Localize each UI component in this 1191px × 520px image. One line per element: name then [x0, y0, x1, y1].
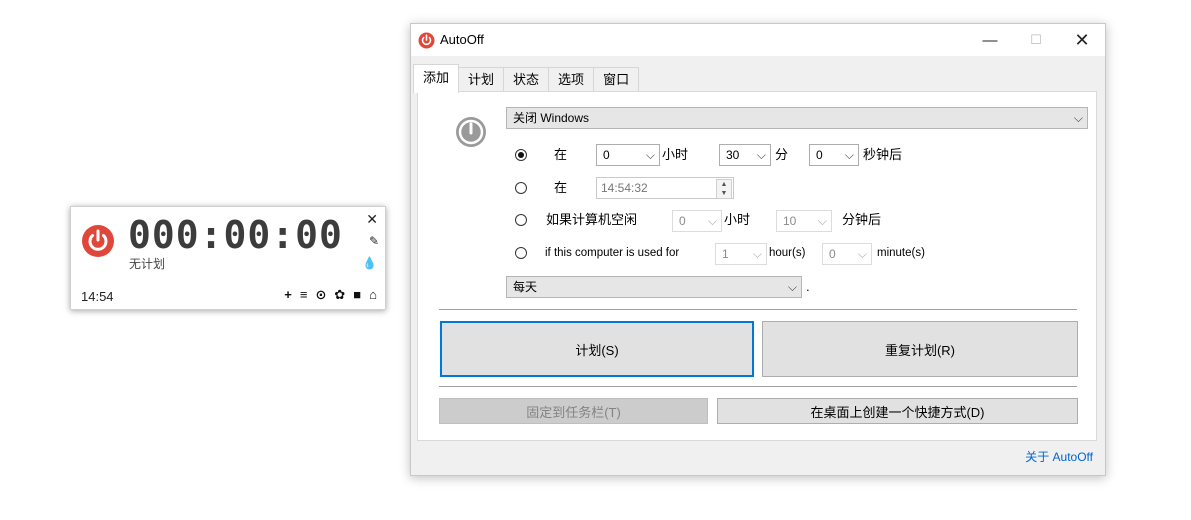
- tab-add[interactable]: 添加: [413, 64, 460, 93]
- maximize-button[interactable]: ☐: [1013, 24, 1059, 56]
- chevron-down-icon: ⌵: [817, 214, 827, 228]
- row1-label: 在: [554, 147, 568, 162]
- lock-icon[interactable]: ■: [353, 287, 361, 303]
- chevron-down-icon: ⌵: [844, 148, 854, 162]
- power-icon[interactable]: [81, 224, 115, 258]
- divider: [439, 386, 1077, 387]
- minutes-value: 30: [726, 148, 740, 162]
- minutes-select[interactable]: 30 ⌵: [719, 144, 771, 166]
- tab-bar: 添加 计划 状态 选项 窗口: [413, 64, 640, 93]
- used-minutes-value: 0: [829, 247, 836, 261]
- countdown-display: 000:00:00: [128, 213, 343, 257]
- list-icon[interactable]: ≡: [300, 287, 308, 303]
- close-icon[interactable]: ✕: [366, 211, 378, 228]
- tab-window[interactable]: 窗口: [593, 67, 640, 92]
- repeat-value: 每天: [513, 280, 538, 294]
- pin-icon[interactable]: ✎: [369, 234, 379, 248]
- tab-status[interactable]: 状态: [503, 67, 550, 92]
- used-hours-value: 1: [722, 247, 729, 261]
- repeat-schedule-button[interactable]: 重复计划(R): [762, 321, 1078, 377]
- mini-timer-widget: 000:00:00 无计划 ✕ ✎ 💧 14:54 + ≡ ⊙ ✿ ■ ⌂: [70, 206, 386, 310]
- about-link[interactable]: 关于 AutoOff: [1025, 448, 1093, 465]
- desktop-shortcut-button[interactable]: 在桌面上创建一个快捷方式(D): [717, 398, 1078, 424]
- hours-value: 0: [603, 148, 610, 162]
- repeat-suffix: .: [806, 279, 810, 294]
- title-bar[interactable]: AutoOff — ☐ ✕: [411, 24, 1105, 56]
- divider: [439, 309, 1077, 310]
- seconds-value: 0: [816, 148, 823, 162]
- idle-minutes-value: 10: [783, 214, 797, 228]
- tab-schedule[interactable]: 计划: [458, 67, 505, 92]
- repeat-select[interactable]: 每天 ⌵: [506, 276, 802, 298]
- used-minutes-unit: minute(s): [877, 247, 925, 259]
- used-hours-select[interactable]: 1 ⌵: [715, 243, 767, 265]
- chevron-down-icon: ⌵: [645, 148, 655, 162]
- used-hours-unit: hour(s): [769, 247, 806, 259]
- action-value: 关闭 Windows: [513, 111, 590, 125]
- radio-idle[interactable]: [515, 214, 527, 226]
- action-select[interactable]: 关闭 Windows ⌵: [506, 107, 1088, 129]
- chevron-down-icon: ⌵: [756, 148, 766, 162]
- radio-at-time[interactable]: [515, 182, 527, 194]
- minutes-unit: 分: [775, 147, 789, 162]
- idle-minutes-select[interactable]: 10 ⌵: [776, 210, 832, 232]
- home-icon[interactable]: ⌂: [369, 287, 377, 303]
- hours-unit: 小时: [662, 147, 689, 162]
- autooff-window: AutoOff — ☐ ✕ 添加 计划 状态 选项 窗口 关闭 Windows …: [410, 23, 1106, 476]
- minimize-button[interactable]: —: [967, 24, 1013, 56]
- drop-icon[interactable]: 💧: [362, 256, 377, 270]
- add-panel: 关闭 Windows ⌵ 在 0 ⌵ 小时 30 ⌵ 分 0 ⌵ 秒钟后 在 1…: [417, 91, 1097, 441]
- radio-countdown[interactable]: [515, 149, 527, 161]
- row3-label: 如果计算机空闲: [546, 212, 638, 227]
- schedule-button[interactable]: 计划(S): [440, 321, 754, 377]
- seconds-unit: 秒钟后: [863, 147, 903, 162]
- row2-label: 在: [554, 180, 568, 195]
- time-value: 14:54:32: [601, 181, 648, 195]
- hours-select[interactable]: 0 ⌵: [596, 144, 660, 166]
- clock-icon[interactable]: ⊙: [315, 287, 326, 303]
- row4-label: if this computer is used for: [545, 247, 680, 259]
- close-button[interactable]: ✕: [1059, 24, 1105, 56]
- window-title: AutoOff: [440, 32, 484, 47]
- tab-options[interactable]: 选项: [548, 67, 595, 92]
- seconds-select[interactable]: 0 ⌵: [809, 144, 859, 166]
- used-minutes-select[interactable]: 0 ⌵: [822, 243, 872, 265]
- idle-hours-unit: 小时: [724, 212, 751, 227]
- schedule-status: 无计划: [129, 257, 166, 271]
- spin-updown-icon[interactable]: ▲ ▼: [716, 179, 732, 199]
- pin-taskbar-button[interactable]: 固定到任务栏(T): [439, 398, 708, 424]
- widget-toolbar: + ≡ ⊙ ✿ ■ ⌂: [284, 287, 377, 303]
- app-power-icon: [418, 32, 435, 49]
- chevron-down-icon: ⌵: [752, 247, 762, 261]
- add-icon[interactable]: +: [284, 287, 292, 303]
- chevron-down-icon: ⌵: [1073, 111, 1083, 125]
- chevron-down-icon: ⌵: [857, 247, 867, 261]
- radio-used-for[interactable]: [515, 247, 527, 259]
- idle-hours-value: 0: [679, 214, 686, 228]
- chevron-down-icon: ⌵: [787, 280, 797, 294]
- current-time: 14:54: [81, 289, 114, 304]
- gear-icon[interactable]: ✿: [334, 287, 345, 303]
- idle-hours-select[interactable]: 0 ⌵: [672, 210, 722, 232]
- idle-minutes-unit: 分钟后: [842, 212, 882, 227]
- chevron-down-icon: ⌵: [707, 214, 717, 228]
- power-icon: [456, 117, 486, 147]
- time-picker[interactable]: 14:54:32 ▲ ▼: [596, 177, 734, 199]
